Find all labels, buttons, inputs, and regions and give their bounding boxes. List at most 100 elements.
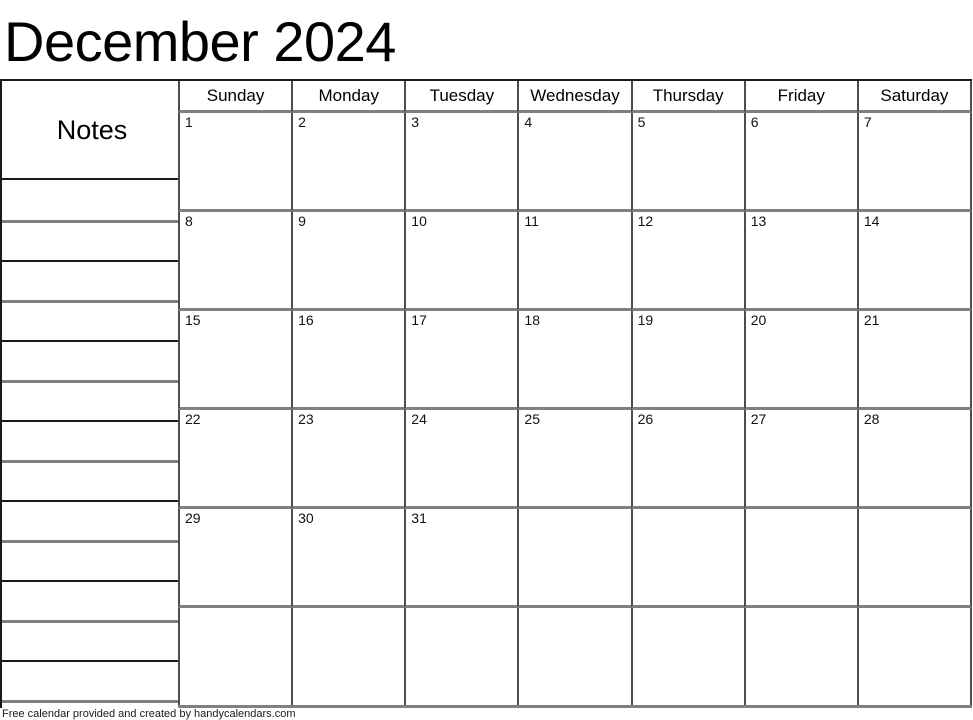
day-number: 2 xyxy=(298,114,306,130)
day-number: 4 xyxy=(524,114,533,130)
weekday-header-row: Sunday Monday Tuesday Wednesday Thursday Frid… xyxy=(178,79,972,113)
weekday-header-saturday: Saturday xyxy=(856,81,972,113)
day-number: 31 xyxy=(411,510,427,526)
notes-line[interactable] xyxy=(2,460,182,463)
day-cell-empty[interactable] xyxy=(630,509,744,608)
day-cell-1[interactable]: 1 xyxy=(178,113,292,212)
weekday-header-sunday: Sunday xyxy=(178,81,292,113)
day-cell-23[interactable]: 23 xyxy=(291,410,405,509)
day-cell-16[interactable]: 16 xyxy=(291,311,405,410)
notes-line[interactable] xyxy=(2,580,182,582)
notes-line[interactable] xyxy=(2,300,182,303)
day-cell-21[interactable]: 21 xyxy=(856,311,972,410)
week-row: 22 23 24 25 26 27 28 xyxy=(178,410,972,509)
day-cell-empty[interactable] xyxy=(291,608,405,705)
day-number: 10 xyxy=(411,213,427,229)
day-number: 30 xyxy=(298,510,314,526)
day-cell-11[interactable]: 11 xyxy=(517,212,631,311)
notes-line[interactable] xyxy=(2,500,182,502)
notes-line[interactable] xyxy=(2,260,182,262)
week-row: 8 9 10 11 12 13 14 xyxy=(178,212,972,311)
day-cell-19[interactable]: 19 xyxy=(630,311,744,410)
week-row: 1 2 3 4 5 6 7 xyxy=(178,113,972,212)
day-number: 16 xyxy=(298,312,314,328)
day-cell-9[interactable]: 9 xyxy=(291,212,405,311)
day-cell-31[interactable]: 31 xyxy=(404,509,518,608)
day-cell-empty[interactable] xyxy=(517,608,631,705)
day-cell-20[interactable]: 20 xyxy=(743,311,857,410)
notes-line[interactable] xyxy=(2,620,182,623)
day-cell-18[interactable]: 18 xyxy=(517,311,631,410)
day-cell-empty[interactable] xyxy=(517,509,631,608)
day-number: 5 xyxy=(637,114,646,130)
notes-line[interactable] xyxy=(2,420,182,422)
day-cell-5[interactable]: 5 xyxy=(630,113,744,212)
notes-line[interactable] xyxy=(2,700,182,703)
day-cell-empty[interactable] xyxy=(404,608,518,705)
day-number: 21 xyxy=(863,312,880,328)
notes-header: Notes xyxy=(2,81,182,180)
day-number: 8 xyxy=(185,213,193,229)
weekday-header-monday: Monday xyxy=(291,81,405,113)
day-number: 29 xyxy=(185,510,201,526)
day-cell-empty[interactable] xyxy=(856,608,972,705)
day-number: 26 xyxy=(637,411,654,427)
day-cell-29[interactable]: 29 xyxy=(178,509,292,608)
day-cell-empty[interactable] xyxy=(856,509,972,608)
day-cell-30[interactable]: 30 xyxy=(291,509,405,608)
day-cell-6[interactable]: 6 xyxy=(743,113,857,212)
day-cell-7[interactable]: 7 xyxy=(856,113,972,212)
notes-line[interactable] xyxy=(2,660,182,662)
day-cell-27[interactable]: 27 xyxy=(743,410,857,509)
day-number: 18 xyxy=(524,312,540,328)
notes-panel: Notes xyxy=(0,79,182,708)
notes-line[interactable] xyxy=(2,220,182,223)
day-cell-4[interactable]: 4 xyxy=(517,113,631,212)
day-number: 14 xyxy=(863,213,880,229)
weekday-header-wednesday: Wednesday xyxy=(517,81,631,113)
calendar-grid: Sunday Monday Tuesday Wednesday Thursday Frid… xyxy=(178,79,972,708)
day-number: 13 xyxy=(750,213,767,229)
day-cell-3[interactable]: 3 xyxy=(404,113,518,212)
day-number: 17 xyxy=(411,312,427,328)
day-cell-10[interactable]: 10 xyxy=(404,212,518,311)
day-number: 20 xyxy=(750,312,767,328)
day-cell-25[interactable]: 25 xyxy=(517,410,631,509)
day-cell-empty[interactable] xyxy=(743,509,857,608)
footer-attribution: Free calendar provided and created by ha… xyxy=(2,708,296,720)
day-cell-empty[interactable] xyxy=(630,608,744,705)
day-cell-empty[interactable] xyxy=(743,608,857,705)
day-number: 9 xyxy=(298,213,306,229)
day-number: 1 xyxy=(185,114,193,130)
notes-title: Notes xyxy=(56,114,128,145)
day-cell-26[interactable]: 26 xyxy=(630,410,744,509)
week-row: 29 30 31 xyxy=(178,509,972,608)
day-number: 11 xyxy=(524,213,539,229)
page-title: December 2024 xyxy=(4,10,396,73)
day-cell-empty[interactable] xyxy=(178,608,292,705)
day-number: 24 xyxy=(411,411,427,427)
day-cell-28[interactable]: 28 xyxy=(856,410,972,509)
day-number: 25 xyxy=(524,411,540,427)
day-cell-13[interactable]: 13 xyxy=(743,212,857,311)
day-cell-22[interactable]: 22 xyxy=(178,410,292,509)
day-cell-8[interactable]: 8 xyxy=(178,212,292,311)
day-number: 28 xyxy=(863,411,880,427)
notes-line[interactable] xyxy=(2,380,182,383)
day-cell-2[interactable]: 2 xyxy=(291,113,405,212)
day-number: 19 xyxy=(637,312,654,328)
day-number: 12 xyxy=(637,213,654,229)
day-cell-15[interactable]: 15 xyxy=(178,311,292,410)
calendar-sheet: Notes Sunday Monday Tuesday Wednesday Thursd… xyxy=(0,79,972,708)
day-cell-17[interactable]: 17 xyxy=(404,311,518,410)
week-row xyxy=(178,608,972,708)
week-row: 15 16 17 18 19 20 21 xyxy=(178,311,972,410)
day-cell-24[interactable]: 24 xyxy=(404,410,518,509)
day-number: 3 xyxy=(411,114,420,130)
notes-line[interactable] xyxy=(2,540,182,543)
day-number: 27 xyxy=(750,411,767,427)
day-number: 6 xyxy=(750,114,759,130)
notes-line[interactable] xyxy=(2,340,182,342)
day-cell-12[interactable]: 12 xyxy=(630,212,744,311)
day-cell-14[interactable]: 14 xyxy=(856,212,972,311)
